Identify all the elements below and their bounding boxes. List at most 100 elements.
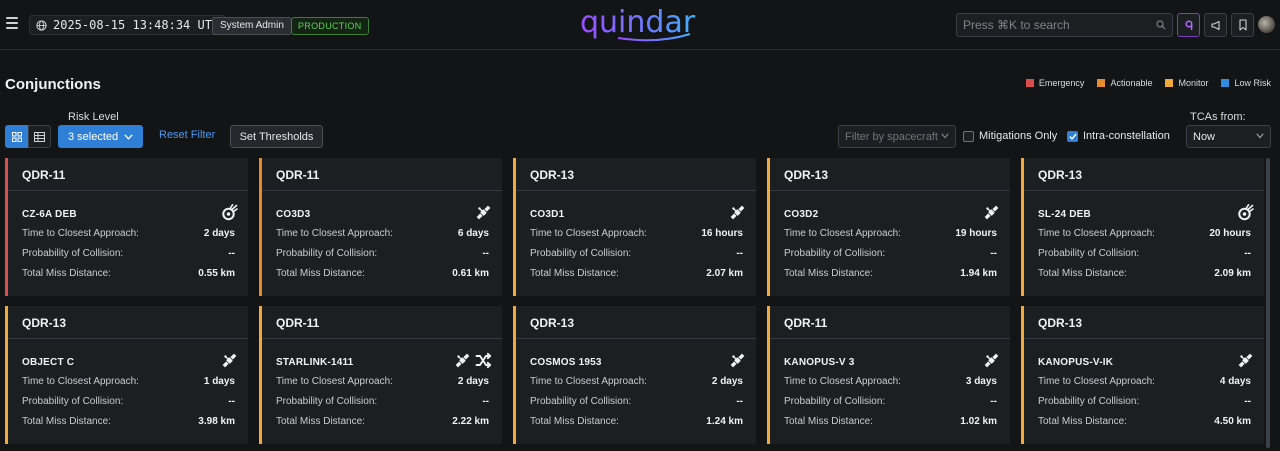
object-name: CZ-6A DEB	[22, 209, 77, 220]
satellite-icon	[221, 352, 238, 374]
poc-value: --	[990, 396, 997, 407]
miss-distance-row: Total Miss Distance: 1.94 km	[784, 268, 997, 279]
object-name: KANOPUS-V-IK	[1038, 357, 1114, 368]
miss-distance-row: Total Miss Distance: 0.61 km	[276, 268, 489, 279]
miss-distance-value: 2.22 km	[452, 416, 489, 427]
spacecraft-name: QDR-11	[276, 316, 320, 330]
intra-constellation-toggle[interactable]: Intra-constellation	[1067, 130, 1170, 142]
card-divider	[8, 190, 248, 191]
poc-row: Probability of Collision: --	[22, 248, 235, 259]
risk-level-label: Risk Level	[68, 111, 119, 123]
spacecraft-name: QDR-11	[784, 316, 828, 330]
avatar[interactable]	[1258, 16, 1275, 33]
intra-constellation-label: Intra-constellation	[1083, 130, 1170, 142]
checkmark-icon	[1068, 133, 1077, 140]
spacecraft-name: QDR-13	[784, 168, 829, 182]
poc-value: --	[1244, 396, 1251, 407]
tcas-from-value: Now	[1193, 130, 1216, 143]
object-name: KANOPUS-V 3	[784, 357, 855, 368]
conjunction-card[interactable]: QDR-11 CO3D3 Time to Closest Approach: 6 …	[259, 158, 502, 296]
card-divider	[8, 338, 248, 339]
satellite-icon	[1237, 352, 1254, 374]
conjunction-card[interactable]: QDR-13 CO3D1 Time to Closest Approach: 16…	[513, 158, 756, 296]
scrollbar-thumb[interactable]	[1266, 158, 1270, 448]
miss-distance-row: Total Miss Distance: 4.50 km	[1038, 416, 1251, 427]
utc-clock: 2025-08-15 13:48:34 UTC	[29, 15, 227, 35]
conjunction-card[interactable]: QDR-13 OBJECT C Time to Closest Approach…	[5, 306, 248, 444]
miss-distance-row: Total Miss Distance: 1.24 km	[530, 416, 743, 427]
conjunction-card[interactable]: QDR-11 KANOPUS-V 3 Time to Closest Appro…	[767, 306, 1010, 444]
spacecraft-name: QDR-13	[1038, 168, 1083, 182]
search-input[interactable]	[957, 14, 1142, 36]
poc-value: --	[482, 248, 489, 259]
miss-distance-row: Total Miss Distance: 0.55 km	[22, 268, 235, 279]
tca-row: Time to Closest Approach: 20 hours	[1038, 228, 1251, 239]
search-box[interactable]	[956, 13, 1173, 37]
satellite-icon	[983, 352, 1000, 374]
risk-legend: Emergency Actionable Monitor Low Risk	[1025, 78, 1271, 88]
environment-badge: PRODUCTION	[291, 17, 369, 35]
mitigations-only-toggle[interactable]: Mitigations Only	[963, 130, 1057, 142]
card-divider	[516, 338, 756, 339]
risk-level-select[interactable]: 3 selected	[58, 125, 143, 148]
spacecraft-name: QDR-13	[530, 316, 575, 330]
announcements-button[interactable]	[1204, 13, 1227, 37]
poc-row: Probability of Collision: --	[22, 396, 235, 407]
view-toggle	[5, 125, 51, 148]
mitigations-only-checkbox[interactable]	[963, 130, 974, 142]
announcement-icon	[1210, 20, 1220, 31]
object-type-icons	[454, 352, 492, 374]
debris-icon	[1237, 204, 1254, 226]
globe-icon	[36, 19, 47, 31]
reset-filter-link[interactable]: Reset Filter	[159, 129, 215, 141]
tcas-from-label: TCAs from:	[1190, 111, 1246, 123]
object-name: COSMOS 1953	[530, 357, 602, 368]
tcas-from-select[interactable]: Now	[1186, 125, 1271, 148]
scrollbar[interactable]	[1266, 158, 1270, 448]
bookmarks-button[interactable]	[1231, 13, 1254, 37]
card-divider	[1024, 190, 1264, 191]
legend-low-risk: Low Risk	[1221, 78, 1271, 88]
miss-distance-value: 0.61 km	[452, 268, 489, 279]
miss-distance-value: 4.50 km	[1214, 416, 1251, 427]
spacecraft-filter-select[interactable]: Filter by spacecraft	[838, 125, 956, 148]
object-type-icons	[729, 204, 746, 226]
grid-view-button[interactable]	[5, 125, 28, 148]
chevron-down-icon	[124, 133, 133, 140]
satellite-icon	[475, 204, 492, 226]
conjunction-grid: QDR-11 CZ-6A DEB Time to Closest Approac…	[5, 158, 1265, 448]
conjunction-card[interactable]: QDR-11 STARLINK-1411 Time to Closest App…	[259, 306, 502, 444]
menu-icon[interactable]	[6, 17, 18, 29]
intra-constellation-checkbox[interactable]	[1067, 130, 1078, 142]
card-divider	[262, 338, 502, 339]
object-name: OBJECT C	[22, 357, 75, 368]
miss-distance-value: 1.02 km	[960, 416, 997, 427]
object-type-icons	[983, 352, 1000, 374]
poc-value: --	[1244, 248, 1251, 259]
object-type-icons	[1237, 204, 1254, 226]
ai-assistant-button[interactable]	[1177, 13, 1200, 37]
conjunction-card[interactable]: QDR-13 KANOPUS-V-IK Time to Closest Appr…	[1021, 306, 1264, 444]
tca-row: Time to Closest Approach: 4 days	[1038, 376, 1251, 387]
card-divider	[262, 190, 502, 191]
object-name: STARLINK-1411	[276, 357, 354, 368]
quindar-logo[interactable]: quindar	[578, 4, 700, 44]
conjunction-card[interactable]: QDR-13 SL-24 DEB Time to Closest Approac…	[1021, 158, 1264, 296]
miss-distance-row: Total Miss Distance: 2.07 km	[530, 268, 743, 279]
set-thresholds-button[interactable]: Set Thresholds	[230, 125, 323, 148]
object-name: CO3D1	[530, 209, 565, 220]
tca-row: Time to Closest Approach: 16 hours	[530, 228, 743, 239]
conjunction-card[interactable]: QDR-13 COSMOS 1953 Time to Closest Appro…	[513, 306, 756, 444]
table-view-button[interactable]	[28, 125, 51, 148]
conjunction-card[interactable]: QDR-11 CZ-6A DEB Time to Closest Approac…	[5, 158, 248, 296]
table-view-icon	[34, 131, 45, 142]
conjunction-card[interactable]: QDR-13 CO3D2 Time to Closest Approach: 19…	[767, 158, 1010, 296]
object-type-icons	[475, 204, 492, 226]
object-name: CO3D3	[276, 209, 311, 220]
tca-value: 6 days	[457, 228, 489, 239]
poc-row: Probability of Collision: --	[1038, 248, 1251, 259]
tca-value: 4 days	[1219, 376, 1251, 387]
spacecraft-name: QDR-11	[276, 168, 320, 182]
search-icon	[1156, 20, 1166, 30]
role-badge[interactable]: System Admin	[212, 17, 292, 35]
